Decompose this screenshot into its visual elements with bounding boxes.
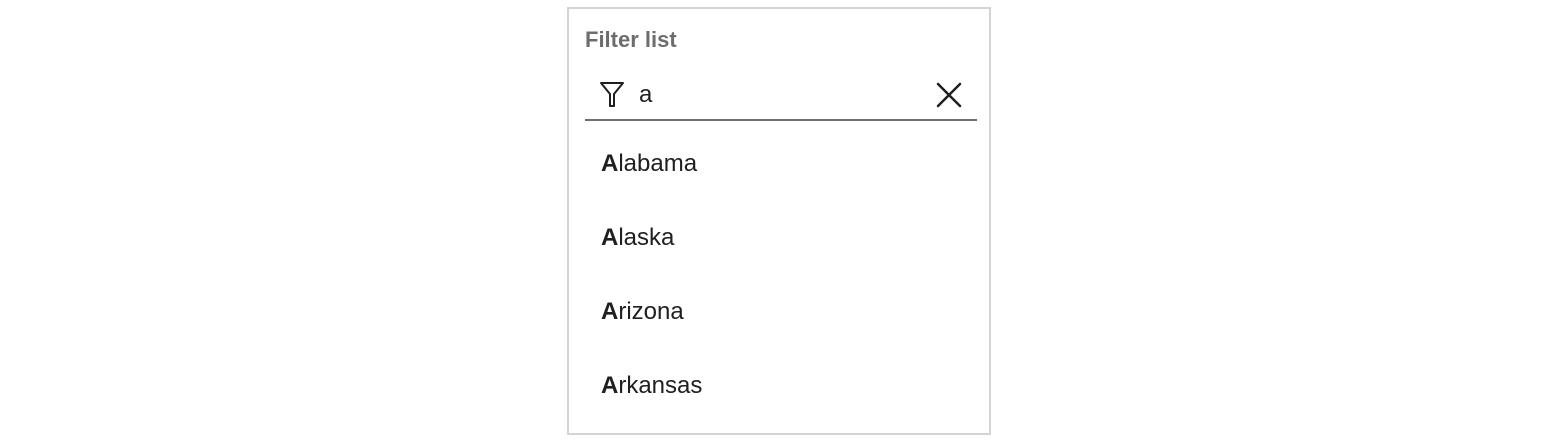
filter-funnel-icon — [599, 81, 625, 109]
filtered-results-list: Alabama Alaska Arizona Arkansas — [569, 127, 989, 423]
filter-input-row[interactable] — [585, 75, 977, 121]
match-highlight: A — [601, 224, 619, 251]
match-highlight: A — [601, 150, 619, 177]
filter-input[interactable] — [639, 77, 919, 113]
clear-filter-button[interactable] — [933, 79, 965, 111]
list-item-alabama[interactable]: Alabama — [569, 127, 989, 201]
filter-list-panel: Filter list Alabama Alaska Arizona Arkan… — [567, 7, 991, 435]
list-item-arkansas[interactable]: Arkansas — [569, 349, 989, 423]
close-x-icon — [936, 82, 962, 108]
match-highlight: A — [601, 372, 619, 399]
list-item-text: rkansas — [618, 372, 703, 399]
list-item-text: rizona — [618, 298, 684, 325]
list-item-alaska[interactable]: Alaska — [569, 201, 989, 275]
list-item-arizona[interactable]: Arizona — [569, 275, 989, 349]
match-highlight: A — [601, 298, 619, 325]
filter-list-label: Filter list — [585, 27, 677, 52]
list-item-text: laska — [618, 224, 675, 251]
list-item-text: labama — [618, 150, 698, 177]
